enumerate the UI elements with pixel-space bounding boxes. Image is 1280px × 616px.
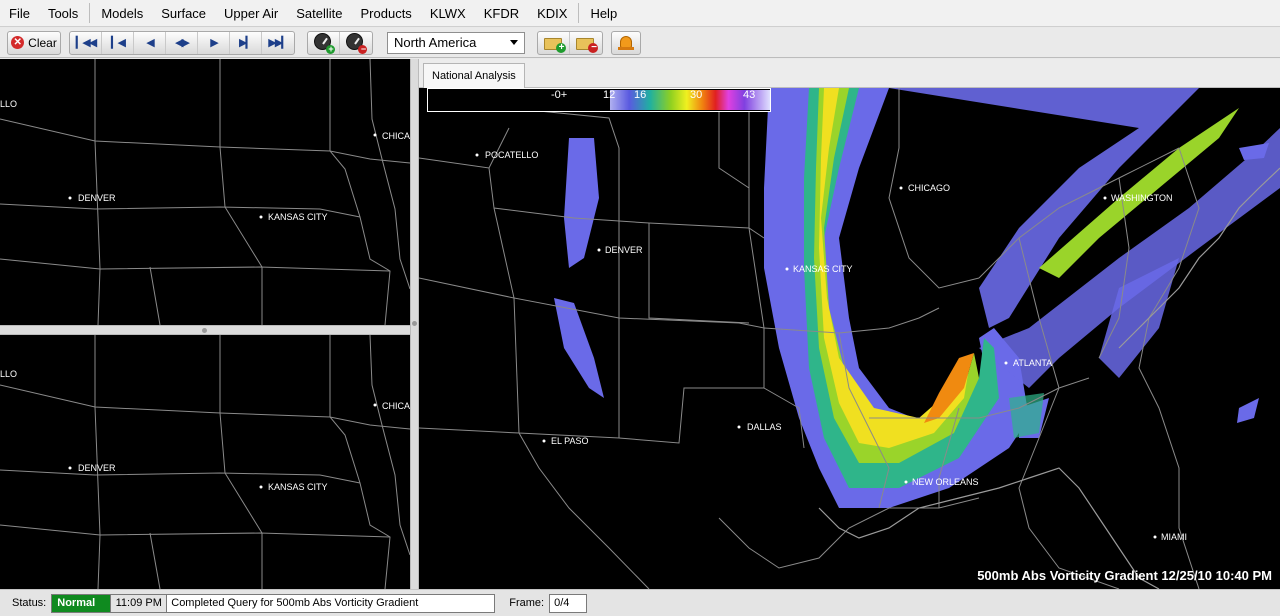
city-label: POCATELLO — [485, 150, 538, 160]
forward-button[interactable]: ▶ — [198, 31, 230, 54]
speed-controls: + − — [307, 30, 373, 55]
vertical-splitter[interactable] — [410, 59, 419, 589]
map-pane-top-left[interactable]: LLO DENVER KANSAS CITY CHICA — [0, 59, 410, 325]
clear-button[interactable]: ✕ Clear — [7, 30, 61, 55]
city-label: WASHINGTON — [1111, 193, 1173, 203]
city-label: KANSAS CITY — [268, 212, 328, 222]
menu-separator — [89, 3, 91, 23]
menu-separator — [578, 3, 580, 23]
main-pane: National Analysis POCATELLO DENVER CHICA… — [419, 59, 1280, 589]
rock-button[interactable]: ◀▶ — [166, 31, 198, 54]
legend-label: 12 — [603, 89, 616, 101]
city-label: DENVER — [78, 193, 116, 203]
legend-label: -0+ — [551, 89, 568, 101]
menu-products[interactable]: Products — [352, 0, 421, 27]
city-label: MIAMI — [1161, 532, 1187, 542]
menu-models[interactable]: Models — [92, 0, 152, 27]
left-panes: LLO DENVER KANSAS CITY CHICA LLO DENVER — [0, 59, 410, 589]
city-label: CHICA — [382, 131, 410, 141]
gauge-plus-icon: + — [313, 32, 335, 54]
chevron-down-icon — [510, 40, 518, 45]
menu-kdix[interactable]: KDIX — [528, 0, 576, 27]
legend-label: 30 — [690, 89, 703, 101]
toolbar: ✕ Clear ▎◀◀ ▎◀ ◀ ◀▶ ▶ ▶▎ ▶▶▎ + − North A… — [0, 28, 1280, 58]
bell-icon — [618, 34, 634, 52]
remove-layer-button[interactable]: − — [570, 32, 602, 54]
tab-strip: National Analysis — [419, 59, 1280, 88]
map-canvas: LLO DENVER KANSAS CITY CHICA — [0, 59, 410, 325]
region-select[interactable]: North America — [387, 31, 525, 54]
menu-upper-air[interactable]: Upper Air — [215, 0, 287, 27]
alert-button[interactable] — [611, 30, 641, 55]
menu-help[interactable]: Help — [581, 0, 626, 27]
city-label: CHICA — [382, 401, 410, 411]
menu-satellite[interactable]: Satellite — [287, 0, 351, 27]
slow-down-button[interactable]: − — [340, 32, 372, 54]
gauge-minus-icon: − — [345, 32, 367, 54]
legend-label: 43 — [743, 89, 756, 101]
city-label: CHICAGO — [908, 183, 950, 193]
speed-up-button[interactable]: + — [308, 31, 340, 54]
step-back-button[interactable]: ▎◀ — [102, 31, 134, 54]
status-label: Status: — [12, 597, 47, 609]
layer-controls: + − — [537, 30, 603, 55]
add-layer-button[interactable]: + — [538, 31, 570, 54]
color-legend: -0+ 12 16 30 43 — [427, 88, 771, 112]
folder-add-icon: + — [543, 35, 566, 53]
horizontal-splitter[interactable] — [0, 325, 410, 335]
city-label: DALLAS — [747, 422, 782, 432]
clear-label: Clear — [28, 35, 57, 50]
status-bar: Status: Normal 11:09 PM Completed Query … — [0, 589, 1280, 616]
city-label: KANSAS CITY — [268, 482, 328, 492]
frame-label: Frame: — [509, 597, 545, 609]
city-label: NEW ORLEANS — [912, 477, 979, 487]
city-label: ATLANTA — [1013, 358, 1052, 368]
frame-counter: 0/4 — [549, 593, 588, 613]
status-badge: Normal — [51, 593, 112, 613]
folder-remove-icon: − — [575, 35, 598, 53]
clear-icon: ✕ — [11, 36, 25, 49]
map-pane-main[interactable]: POCATELLO DENVER CHICAGO WASHINGTON KANS… — [419, 88, 1280, 589]
city-label: LLO — [0, 99, 17, 109]
city-label: DENVER — [78, 463, 116, 473]
menu-surface[interactable]: Surface — [152, 0, 215, 27]
menu-klwx[interactable]: KLWX — [421, 0, 475, 27]
city-label: DENVER — [605, 245, 643, 255]
status-time: 11:09 PM — [111, 593, 168, 613]
step-forward-button[interactable]: ▶▎ — [230, 31, 262, 54]
map-pane-bottom-left[interactable]: LLO DENVER KANSAS CITY CHICA — [0, 335, 410, 589]
map-canvas: LLO DENVER KANSAS CITY CHICA — [0, 335, 410, 589]
legend-label: 16 — [634, 89, 647, 101]
city-label: LLO — [0, 369, 17, 379]
menu-kfdr[interactable]: KFDR — [475, 0, 528, 27]
map-canvas: POCATELLO DENVER CHICAGO WASHINGTON KANS… — [419, 88, 1280, 589]
menu-bar: File Tools Models Surface Upper Air Sate… — [0, 0, 1280, 27]
region-value: North America — [394, 35, 477, 50]
last-frame-button[interactable]: ▶▶▎ — [262, 32, 294, 54]
menu-tools[interactable]: Tools — [39, 0, 87, 27]
first-frame-button[interactable]: ▎◀◀ — [70, 31, 102, 54]
status-message: Completed Query for 500mb Abs Vorticity … — [167, 593, 496, 613]
back-button[interactable]: ◀ — [134, 31, 166, 54]
city-label: EL PASO — [551, 436, 589, 446]
city-label: KANSAS CITY — [793, 264, 853, 274]
product-label: 500mb Abs Vorticity Gradient 12/25/10 10… — [977, 568, 1272, 583]
frame-controls: ▎◀◀ ▎◀ ◀ ◀▶ ▶ ▶▎ ▶▶▎ — [69, 30, 295, 55]
tab-national-analysis[interactable]: National Analysis — [423, 63, 525, 88]
menu-file[interactable]: File — [0, 0, 39, 27]
